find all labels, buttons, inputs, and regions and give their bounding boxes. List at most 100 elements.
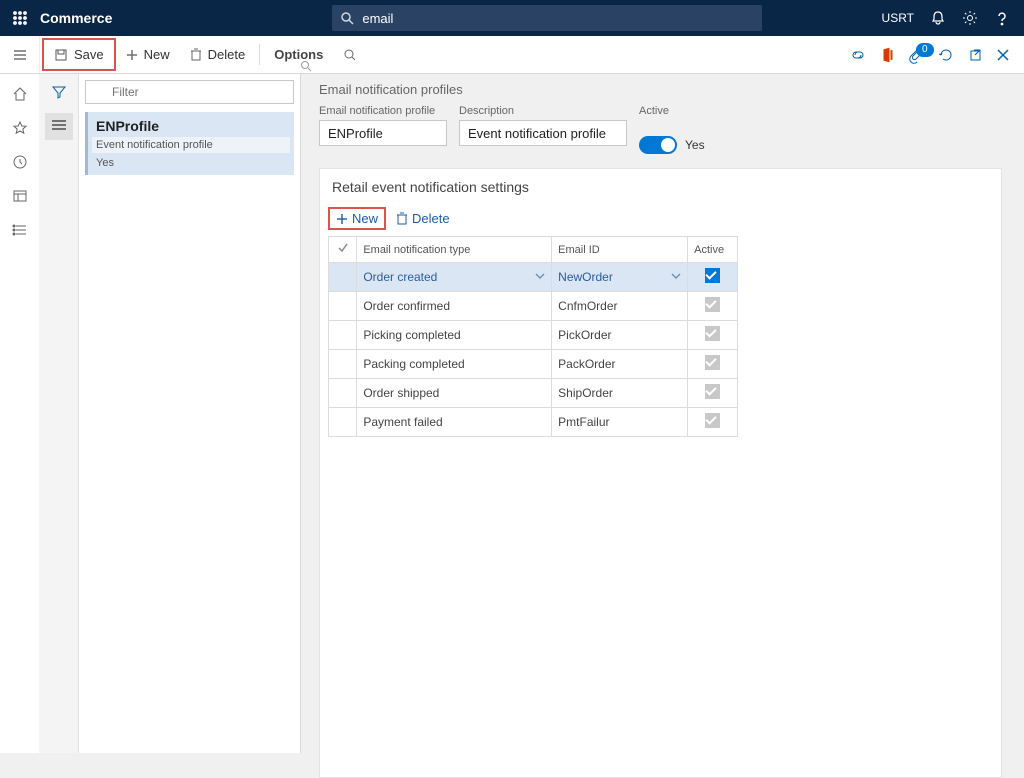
office-icon[interactable] [880, 47, 894, 63]
cell-active[interactable] [688, 263, 738, 292]
cell-type[interactable]: Packing completed [357, 350, 552, 379]
refresh-icon[interactable] [938, 47, 954, 63]
row-marker[interactable] [329, 350, 357, 379]
table-row[interactable]: Order createdNewOrder [329, 263, 738, 292]
user-label[interactable]: USRT [882, 11, 914, 25]
topbar: Commerce USRT [0, 0, 1024, 36]
cell-active[interactable] [688, 408, 738, 437]
attachments-icon[interactable]: 0 [908, 47, 924, 63]
link-icon[interactable] [850, 49, 866, 61]
checkbox-icon[interactable] [705, 413, 720, 428]
panel-new-label: New [352, 211, 378, 226]
attachments-badge: 0 [916, 43, 934, 57]
row-marker[interactable] [329, 292, 357, 321]
table-row[interactable]: Payment failedPmtFailur [329, 408, 738, 437]
cell-emailid[interactable]: PmtFailur [552, 408, 688, 437]
panel-title: Retail event notification settings [320, 169, 1001, 205]
checkbox-icon[interactable] [705, 326, 720, 341]
settings-panel: Retail event notification settings New D… [319, 168, 1002, 778]
col-type[interactable]: Email notification type [357, 237, 552, 263]
cell-emailid[interactable]: CnfmOrder [552, 292, 688, 321]
save-button[interactable]: Save [44, 47, 114, 62]
cell-type[interactable]: Order confirmed [357, 292, 552, 321]
trash-icon [190, 48, 202, 62]
panel-new-button[interactable]: New [336, 211, 378, 226]
cell-type[interactable]: Order created [357, 263, 552, 292]
notification-bell-icon[interactable] [930, 10, 946, 26]
active-text: Yes [685, 138, 705, 152]
checkbox-icon[interactable] [705, 355, 720, 370]
highlight-save: Save [42, 38, 116, 71]
gear-icon[interactable] [962, 10, 978, 26]
profile-label: Email notification profile [319, 105, 447, 117]
workspace-icon[interactable] [12, 188, 28, 204]
cell-active[interactable] [688, 321, 738, 350]
page-search-button[interactable] [333, 36, 367, 73]
row-marker[interactable] [329, 379, 357, 408]
cell-type[interactable]: Order shipped [357, 379, 552, 408]
table-row[interactable]: Packing completedPackOrder [329, 350, 738, 379]
cell-emailid[interactable]: PickOrder [552, 321, 688, 350]
cell-emailid[interactable]: PackOrder [552, 350, 688, 379]
action-toolbar: Save New Delete Options 0 [0, 36, 1024, 74]
record-title: ENProfile [96, 118, 286, 134]
profile-input[interactable] [319, 120, 447, 146]
panel-delete-label: Delete [412, 211, 450, 226]
table-row[interactable]: Order confirmedCnfmOrder [329, 292, 738, 321]
nav-rail [0, 74, 40, 753]
hamburger-icon[interactable] [0, 36, 40, 73]
panel-delete-button[interactable]: Delete [396, 211, 450, 226]
toolbar-right: 0 [850, 36, 1024, 73]
funnel-icon[interactable] [51, 84, 67, 103]
checkbox-icon[interactable] [705, 297, 720, 312]
record-list-pane: ENProfile Event notification profile Yes [79, 74, 301, 753]
global-search-input[interactable] [332, 5, 762, 31]
record-subtitle: Event notification profile [92, 137, 290, 153]
cell-emailid[interactable]: NewOrder [552, 263, 688, 292]
cell-emailid[interactable]: ShipOrder [552, 379, 688, 408]
new-button[interactable]: New [116, 36, 180, 73]
row-marker[interactable] [329, 321, 357, 350]
cell-type[interactable]: Picking completed [357, 321, 552, 350]
close-icon[interactable] [996, 48, 1010, 62]
table-row[interactable]: Picking completedPickOrder [329, 321, 738, 350]
recent-icon[interactable] [12, 154, 28, 170]
app-launcher-icon[interactable] [0, 11, 40, 25]
cell-type[interactable]: Payment failed [357, 408, 552, 437]
description-label: Description [459, 105, 627, 117]
checkbox-icon[interactable] [705, 384, 720, 399]
search-icon [300, 60, 312, 75]
options-label: Options [274, 47, 323, 62]
home-icon[interactable] [12, 86, 28, 102]
filter-input[interactable] [85, 80, 294, 104]
col-select[interactable] [329, 237, 357, 263]
main-pane: Email notification profiles Email notifi… [301, 74, 1016, 753]
cell-active[interactable] [688, 379, 738, 408]
description-input[interactable] [459, 120, 627, 146]
brand-title[interactable]: Commerce [40, 10, 132, 26]
trash-icon [396, 212, 408, 226]
popout-icon[interactable] [968, 48, 982, 62]
col-active[interactable]: Active [688, 237, 738, 263]
row-marker[interactable] [329, 263, 357, 292]
highlight-new: New [328, 207, 386, 230]
cell-active[interactable] [688, 350, 738, 379]
save-icon [54, 48, 68, 62]
delete-button[interactable]: Delete [180, 36, 256, 73]
help-icon[interactable] [994, 10, 1010, 26]
plus-icon [126, 49, 138, 61]
table-row[interactable]: Order shippedShipOrder [329, 379, 738, 408]
list-view-icon[interactable] [45, 113, 73, 140]
options-button[interactable]: Options [264, 36, 333, 73]
row-marker[interactable] [329, 408, 357, 437]
record-card[interactable]: ENProfile Event notification profile Yes [85, 112, 294, 175]
cell-active[interactable] [688, 292, 738, 321]
header-form: Email notification profile Description A… [319, 105, 1016, 154]
modules-icon[interactable] [12, 222, 28, 238]
global-search [332, 5, 762, 31]
checkbox-icon[interactable] [705, 268, 720, 283]
active-label: Active [639, 105, 705, 117]
active-toggle[interactable] [639, 136, 677, 154]
star-icon[interactable] [12, 120, 28, 136]
col-emailid[interactable]: Email ID [552, 237, 688, 263]
